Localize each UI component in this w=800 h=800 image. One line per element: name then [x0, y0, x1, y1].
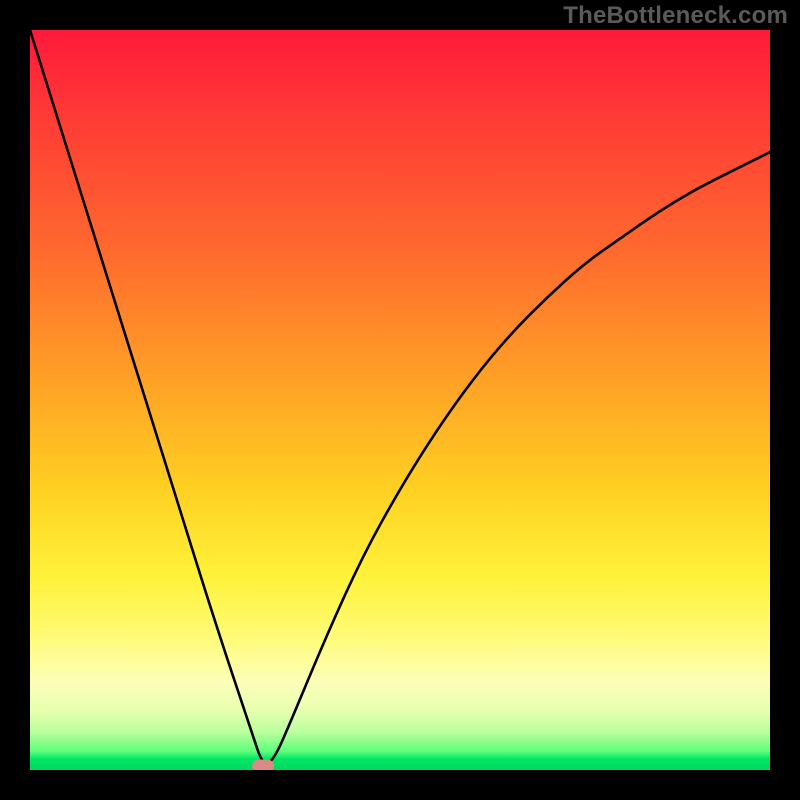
watermark-text: TheBottleneck.com — [563, 2, 788, 30]
plot-area — [30, 30, 770, 770]
optimal-point-marker — [252, 760, 274, 770]
chart-frame: TheBottleneck.com — [0, 0, 800, 800]
curve-layer — [30, 30, 770, 770]
bottleneck-curve — [30, 30, 770, 763]
